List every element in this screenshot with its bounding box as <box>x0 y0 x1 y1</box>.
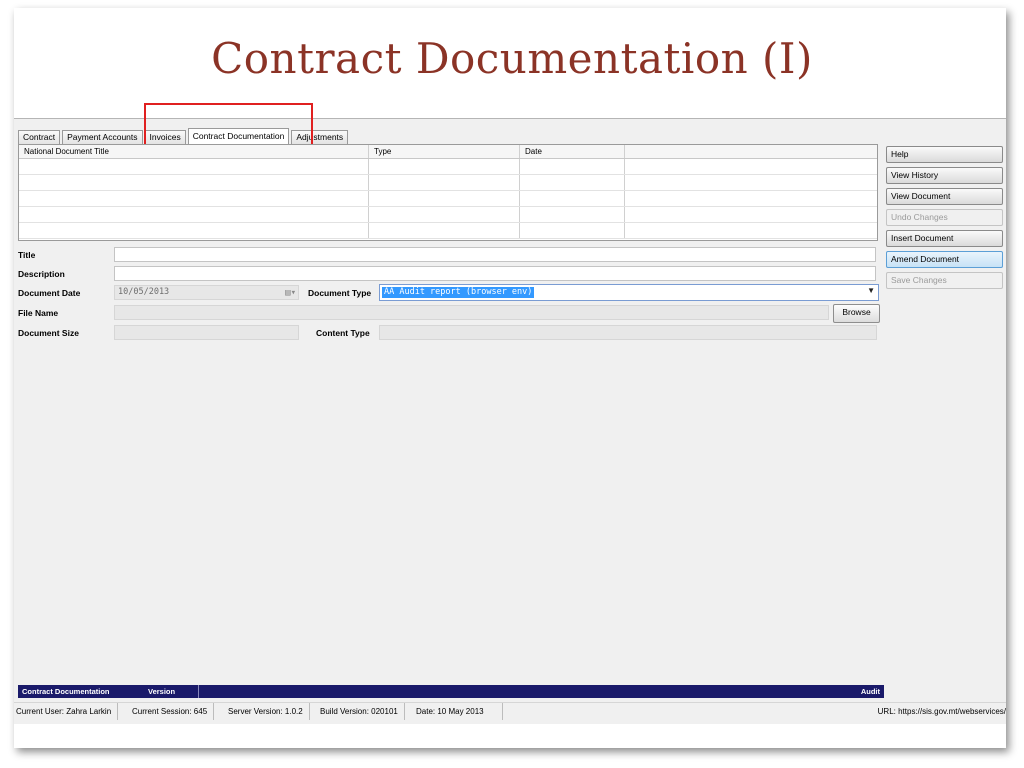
view-history-button[interactable]: View History <box>886 167 1003 184</box>
save-changes-button[interactable]: Save Changes <box>886 272 1003 289</box>
tab-contract[interactable]: Contract <box>18 130 61 144</box>
document-type-select[interactable]: AA Audit report (browser env) ▼ <box>379 284 879 301</box>
undo-changes-button[interactable]: Undo Changes <box>886 209 1003 226</box>
tab-payment-accounts[interactable]: Payment Accounts <box>62 130 143 144</box>
help-button[interactable]: Help <box>886 146 1003 163</box>
current-user: Current User: Zahra Larkin <box>16 703 119 720</box>
document-size-field <box>114 325 299 340</box>
document-type-value: AA Audit report (browser env) <box>382 287 535 298</box>
document-date-value: 10/05/2013 <box>118 287 170 297</box>
view-document-button[interactable]: View Document <box>886 188 1003 205</box>
documents-table: National Document Title Type Date <box>18 144 878 241</box>
file-name-field[interactable] <box>114 305 829 320</box>
table-row[interactable] <box>19 159 877 175</box>
server-version: Server Version: 1.0.2 <box>228 703 310 720</box>
description-label: Description <box>18 269 65 279</box>
tab-contract-documentation[interactable]: Contract Documentation <box>187 128 290 144</box>
table-header: National Document Title Type Date <box>19 145 877 159</box>
amend-document-button[interactable]: Amend Document <box>886 251 1003 268</box>
status-version: Version <box>148 685 199 698</box>
insert-document-button[interactable]: Insert Document <box>886 230 1003 247</box>
content-type-field <box>379 325 877 340</box>
column-header-date[interactable]: Date <box>520 145 625 158</box>
column-header-title[interactable]: National Document Title <box>19 145 369 158</box>
document-type-label: Document Type <box>308 288 372 298</box>
calendar-dropdown-icon[interactable]: ▤▾ <box>285 287 296 300</box>
document-size-label: Document Size <box>18 328 79 338</box>
tab-bar: Contract Payment Accounts Invoices Contr… <box>18 128 349 144</box>
table-row[interactable] <box>19 223 877 239</box>
title-field[interactable] <box>114 247 876 262</box>
current-session: Current Session: 645 <box>132 703 215 720</box>
tab-adjustments[interactable]: Adjustments <box>291 130 349 144</box>
table-row[interactable] <box>19 175 877 191</box>
content-type-label: Content Type <box>316 328 370 338</box>
document-date-label: Document Date <box>18 288 81 298</box>
application-window: Contract Payment Accounts Invoices Contr… <box>14 103 1006 724</box>
build-version: Build Version: 020101 <box>320 703 405 720</box>
status-module-name: Contract Documentation <box>22 687 110 696</box>
session-date: Date: 10 May 2013 <box>416 703 503 720</box>
table-row[interactable] <box>19 207 877 223</box>
session-info-bar: Current User: Zahra Larkin Current Sessi… <box>14 702 1006 720</box>
status-audit[interactable]: Audit <box>861 685 880 698</box>
file-name-label: File Name <box>18 308 59 318</box>
service-url: URL: https://sis.gov.mt/webservices/ <box>877 707 1006 716</box>
tab-invoices[interactable]: Invoices <box>144 130 186 144</box>
document-date-field[interactable]: 10/05/2013 ▤▾ <box>114 285 299 300</box>
description-field[interactable] <box>114 266 876 281</box>
table-row[interactable] <box>19 191 877 207</box>
browse-button[interactable]: Browse <box>833 304 880 323</box>
column-header-extra <box>625 145 877 158</box>
chevron-down-icon[interactable]: ▼ <box>867 286 875 295</box>
module-status-bar: Contract Documentation Version Audit <box>18 685 884 698</box>
title-label: Title <box>18 250 36 260</box>
slide-title: Contract Documentation (I) <box>211 34 813 83</box>
action-button-panel: Help View History View Document Undo Cha… <box>886 146 1003 293</box>
column-header-type[interactable]: Type <box>369 145 520 158</box>
